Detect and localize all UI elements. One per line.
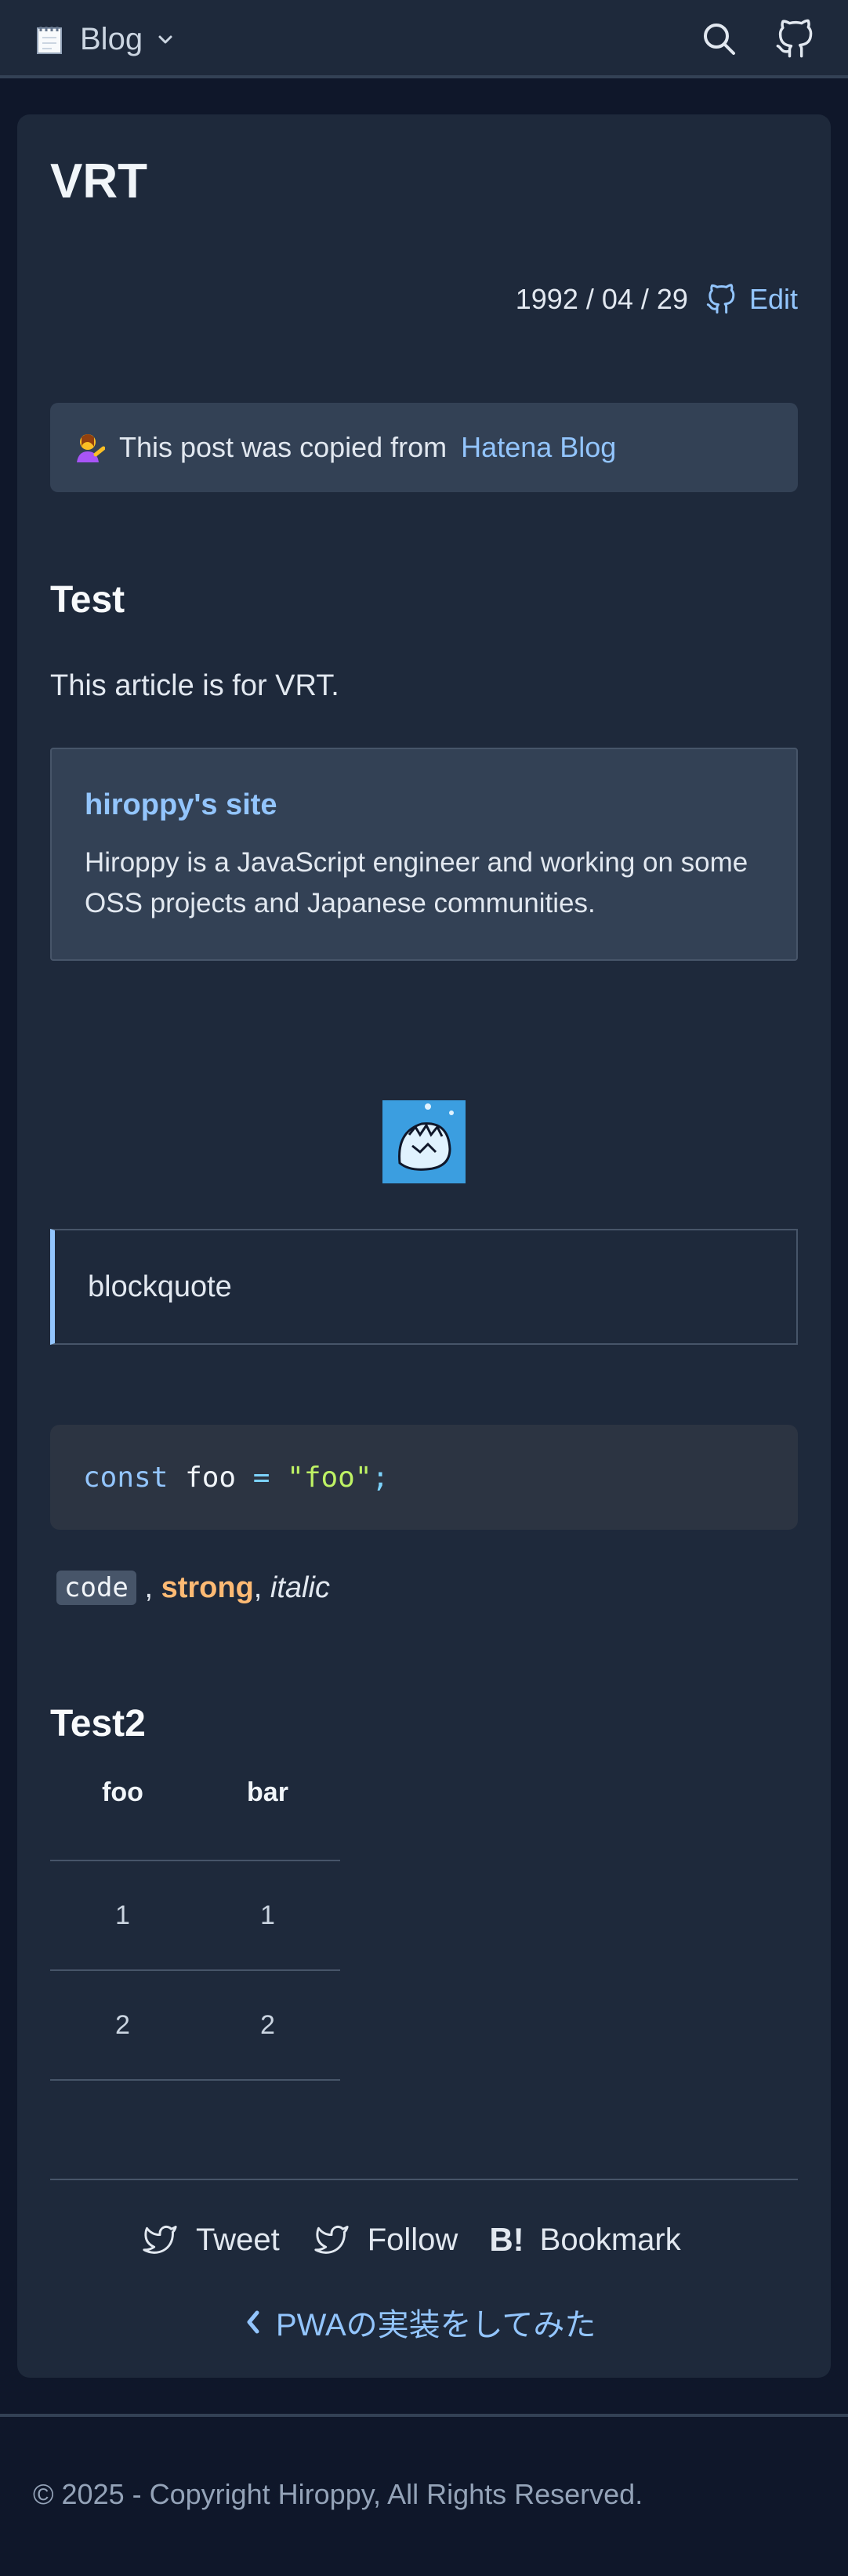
twitter-icon bbox=[143, 2225, 177, 2254]
twitter-icon bbox=[314, 2225, 349, 2254]
separator: , bbox=[136, 1571, 161, 1604]
post-date: 1992 / 04 / 29 bbox=[515, 283, 688, 315]
previous-post-title: PWAの実装をしてみた bbox=[276, 2308, 596, 2342]
blockquote: blockquote bbox=[50, 1229, 798, 1345]
follow-label: Follow bbox=[367, 2222, 458, 2257]
code-block: const foo = "foo"; bbox=[50, 1425, 798, 1530]
code-identifier: foo bbox=[185, 1461, 237, 1494]
github-icon[interactable] bbox=[774, 19, 815, 60]
inline-code: code bbox=[56, 1571, 136, 1605]
table-cell: 2 bbox=[50, 1970, 195, 2081]
inline-formatting-line: code , strong , italic bbox=[56, 1566, 330, 1610]
share-bar: Tweet Follow B! Bookmark bbox=[140, 2218, 681, 2262]
table-cell: 1 bbox=[50, 1860, 195, 1971]
link-card-title: hiroppy's site bbox=[85, 788, 277, 821]
section-heading-test2: Test2 bbox=[50, 1703, 146, 1745]
table-row: 2 2 bbox=[50, 1970, 340, 2081]
tweet-button[interactable]: Tweet bbox=[140, 2223, 280, 2258]
italic-text: italic bbox=[270, 1571, 330, 1604]
link-card[interactable]: hiroppy's site Hiroppy is a JavaScript e… bbox=[50, 748, 798, 961]
site-header: Blog bbox=[0, 0, 848, 78]
hatena-blog-link[interactable]: Hatena Blog bbox=[461, 431, 616, 464]
code-operator: = bbox=[252, 1461, 270, 1494]
brand-menu[interactable]: Blog bbox=[34, 20, 174, 59]
notepad-icon bbox=[37, 27, 62, 54]
avatar-image bbox=[382, 1100, 466, 1183]
tweet-label: Tweet bbox=[196, 2222, 280, 2257]
copied-notice: This post was copied from Hatena Blog bbox=[50, 403, 798, 492]
strong-text: strong bbox=[161, 1571, 254, 1604]
code-semicolon: ; bbox=[371, 1461, 390, 1494]
link-card-description: Hiroppy is a JavaScript engineer and wor… bbox=[85, 847, 748, 918]
edit-link[interactable]: Edit bbox=[705, 283, 798, 316]
code-string: "foo" bbox=[287, 1461, 372, 1494]
table-header-cell: foo bbox=[50, 1757, 195, 1861]
table-cell: 1 bbox=[195, 1860, 340, 1971]
brand-label: Blog bbox=[80, 21, 143, 56]
table-header-cell: bar bbox=[195, 1757, 340, 1861]
article-paragraph: This article is for VRT. bbox=[50, 669, 339, 702]
share-divider bbox=[50, 2179, 798, 2180]
table-cell: 2 bbox=[195, 1970, 340, 2081]
footer-divider bbox=[0, 2414, 848, 2417]
github-icon bbox=[706, 284, 735, 314]
separator: , bbox=[253, 1571, 270, 1604]
table-header-row: foo bar bbox=[50, 1757, 340, 1861]
chevron-left-icon bbox=[247, 2310, 259, 2334]
copyright-text: © 2025 - Copyright Hiroppy, All Rights R… bbox=[33, 2478, 643, 2510]
code-keyword: const bbox=[83, 1461, 169, 1494]
bookmark-label: Bookmark bbox=[539, 2222, 681, 2257]
post-meta: 1992 / 04 / 29 Edit bbox=[516, 277, 798, 321]
previous-post-link[interactable]: PWAの実装をしてみた bbox=[245, 2300, 596, 2344]
follow-button[interactable]: Follow bbox=[311, 2223, 458, 2258]
person-tipping-hand-icon bbox=[77, 434, 105, 462]
bookmark-button[interactable]: B! Bookmark bbox=[489, 2221, 680, 2259]
table-row: 1 1 bbox=[50, 1860, 340, 1971]
notice-text: This post was copied from bbox=[119, 431, 448, 463]
data-table: foo bar 1 1 2 2 bbox=[50, 1757, 340, 2081]
hatena-bookmark-icon: B! bbox=[489, 2221, 524, 2258]
chevron-down-icon bbox=[158, 35, 172, 44]
post-title: VRT bbox=[50, 154, 147, 208]
edit-label: Edit bbox=[748, 283, 798, 315]
section-heading-test: Test bbox=[50, 579, 125, 621]
search-icon[interactable] bbox=[699, 19, 740, 60]
